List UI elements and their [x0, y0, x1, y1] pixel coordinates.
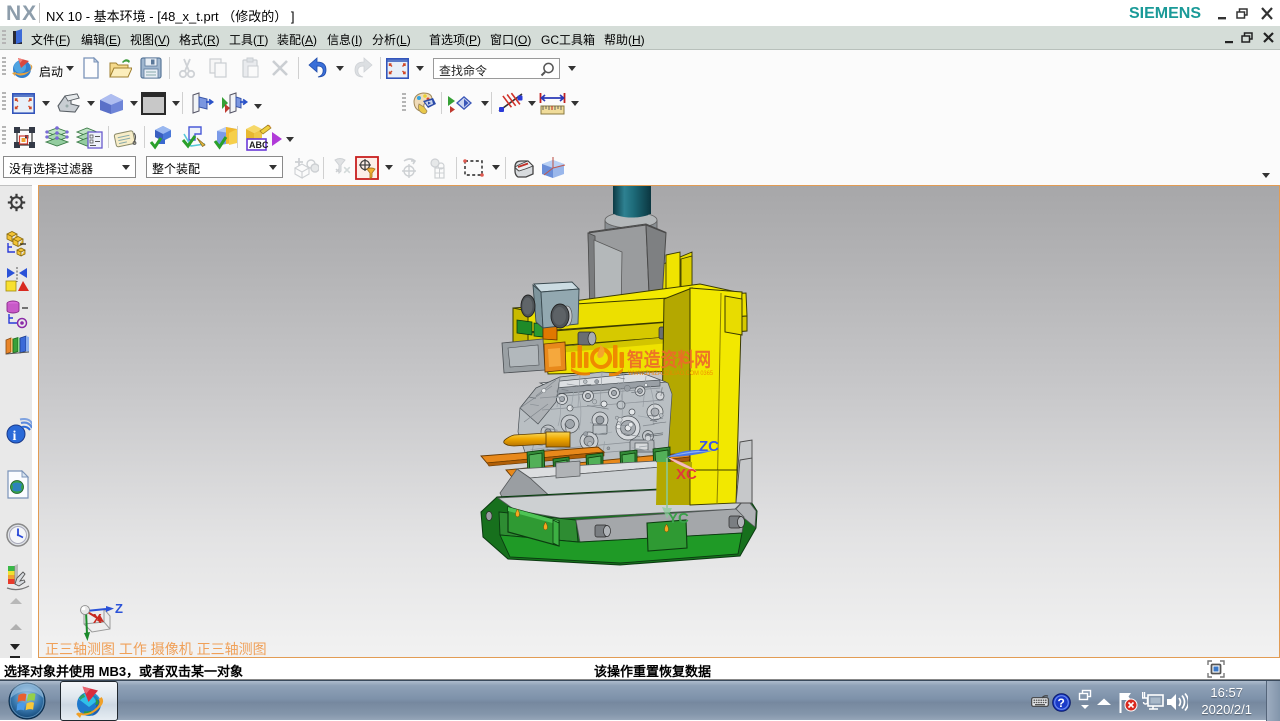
svg-text:ABC: ABC: [249, 140, 269, 150]
svg-text:YC: YC: [668, 510, 689, 527]
svg-text:XC: XC: [676, 466, 697, 483]
svg-text:WWW.ZHIZAOZILIAO.COM 0365: WWW.ZHIZAOZILIAO.COM 0365: [628, 370, 713, 377]
svg-text:智造资料网: 智造资料网: [627, 348, 711, 371]
svg-text:ZC: ZC: [699, 438, 719, 455]
svg-text:i: i: [13, 429, 17, 444]
svg-text:?: ?: [1058, 696, 1065, 710]
svg-text:Z: Z: [115, 601, 123, 616]
svg-text:X: X: [93, 611, 102, 626]
